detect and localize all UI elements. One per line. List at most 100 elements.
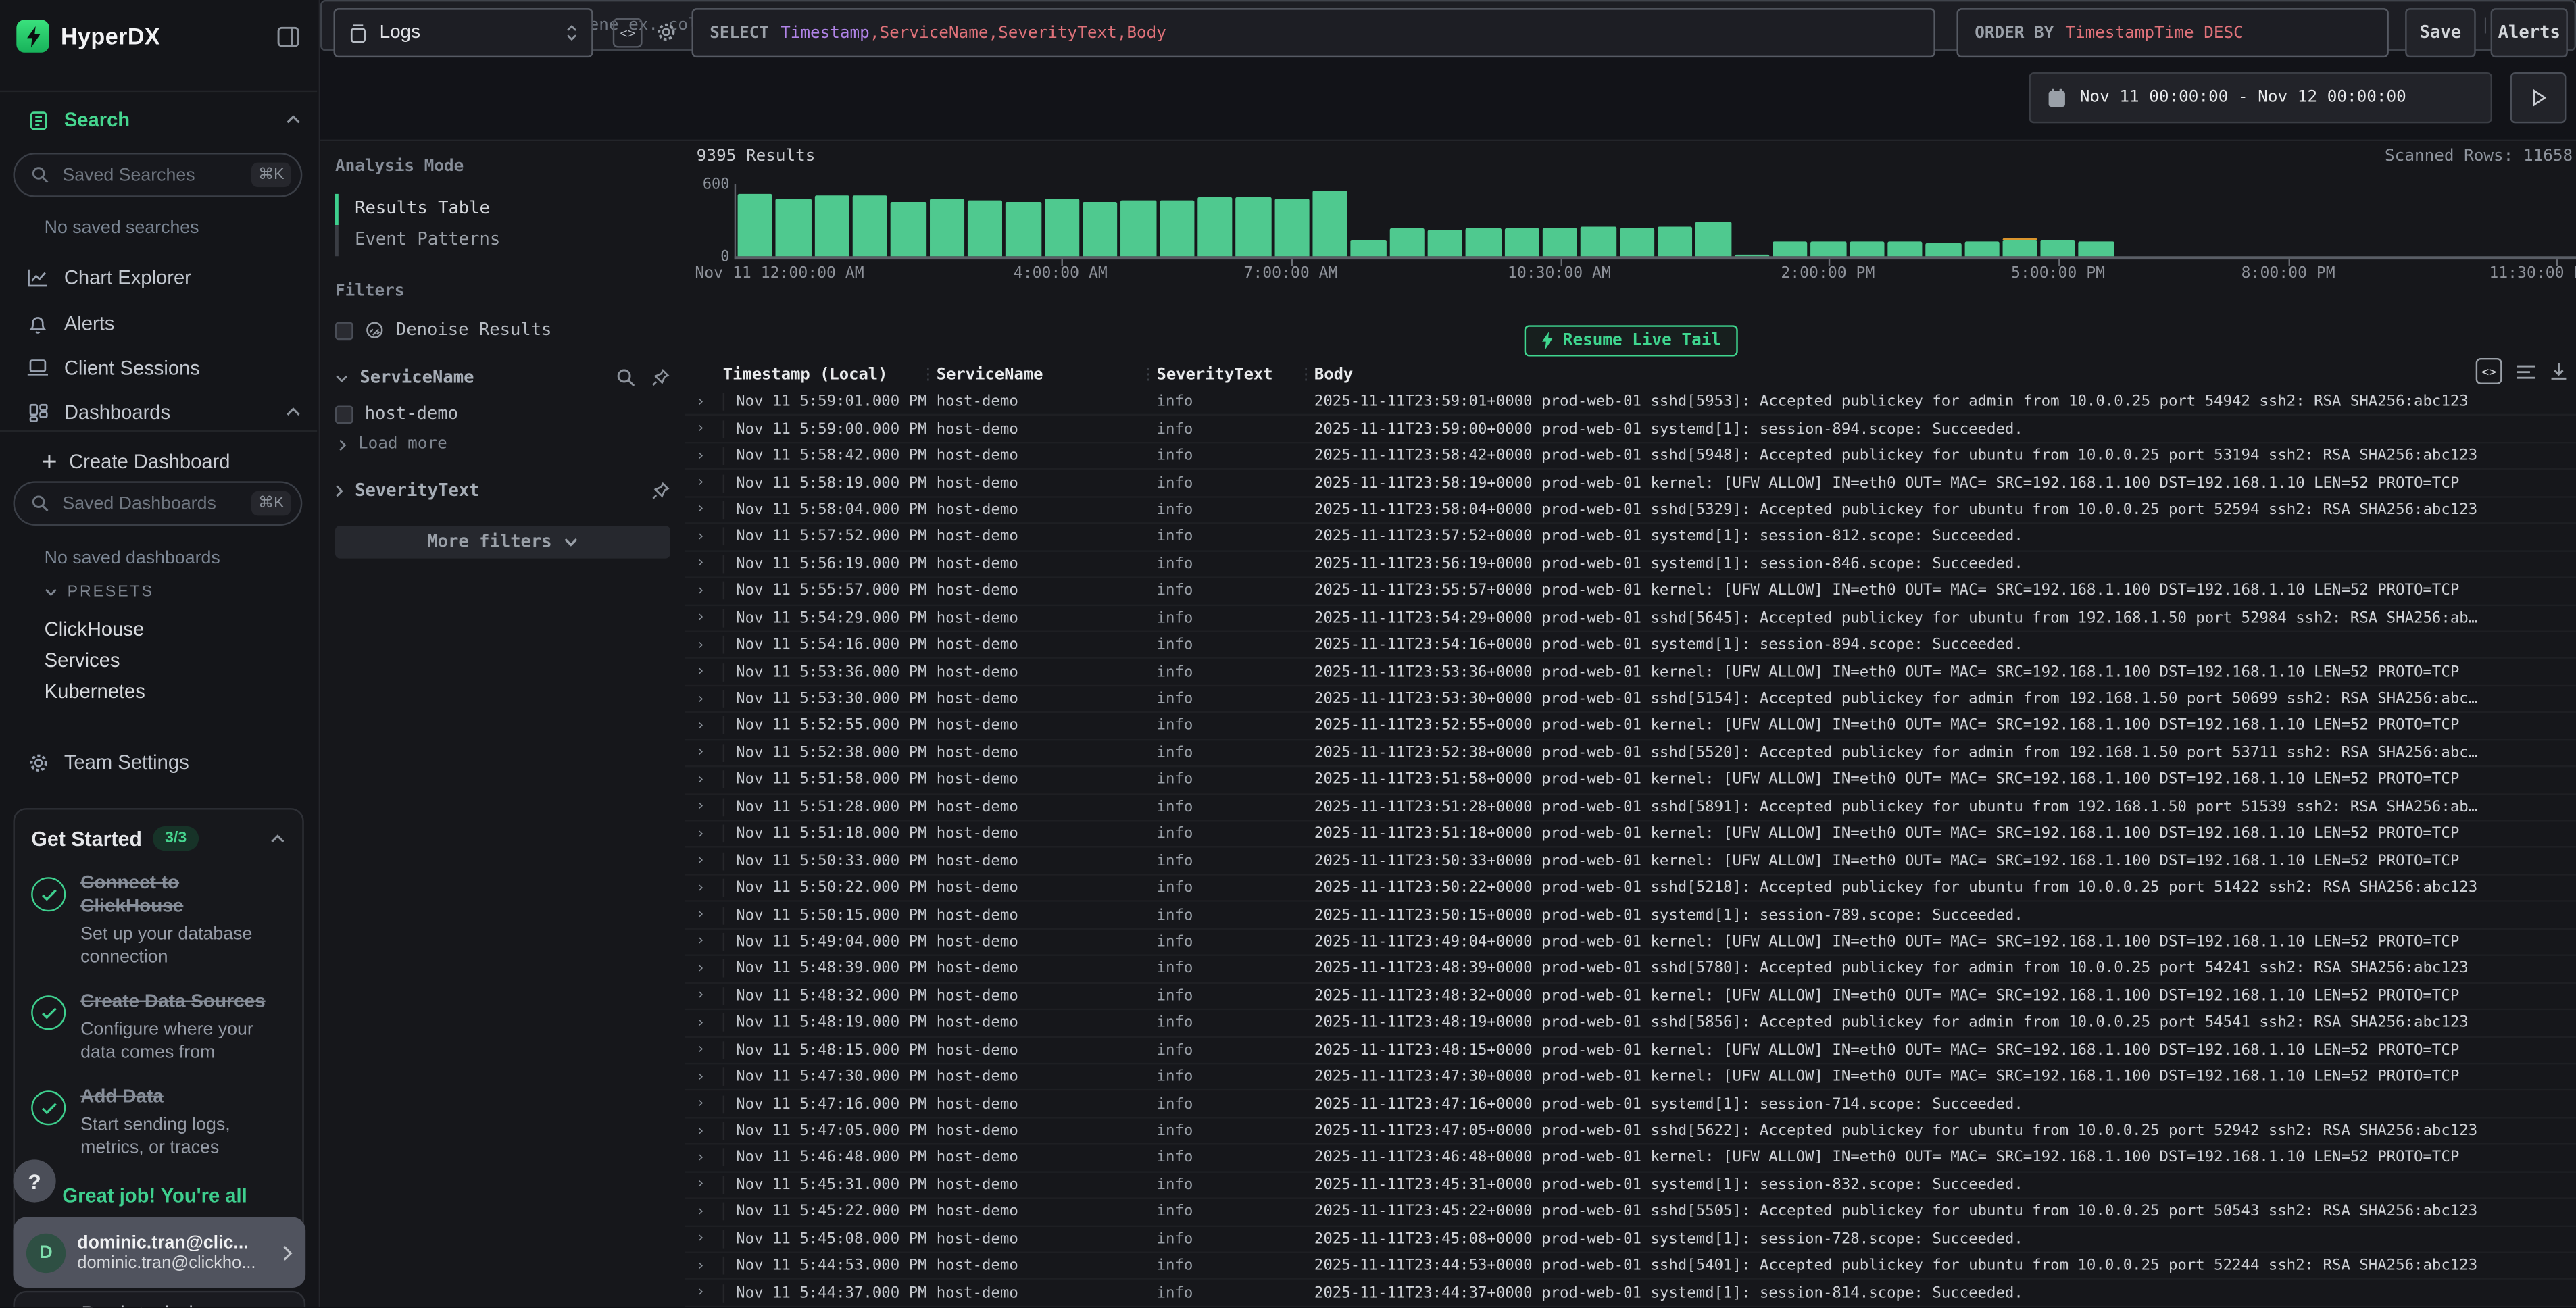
expand-row-icon[interactable]: › — [697, 880, 723, 896]
histogram-bar[interactable] — [1770, 184, 1809, 256]
onboarding-step[interactable]: Create Data Sources Configure where your… — [31, 991, 286, 1065]
histogram-bar[interactable] — [2154, 184, 2193, 256]
table-row[interactable]: › Nov 11 5:50:22.000 PM host-demo info 2… — [685, 875, 2576, 902]
expand-row-icon[interactable]: › — [697, 690, 723, 707]
filter-option-host-demo[interactable]: host-demo — [335, 404, 670, 424]
table-row[interactable]: › Nov 11 5:45:08.000 PM host-demo info 2… — [685, 1226, 2576, 1253]
histogram-bar[interactable] — [1694, 184, 1733, 256]
histogram-bar[interactable] — [2537, 184, 2576, 256]
table-row[interactable]: › Nov 11 5:45:31.000 PM host-demo info 2… — [685, 1172, 2576, 1199]
table-row[interactable]: › Nov 11 5:58:42.000 PM host-demo info 2… — [685, 443, 2576, 470]
histogram-bar[interactable] — [1962, 184, 2001, 256]
table-row[interactable]: › Nov 11 5:44:37.000 PM host-demo info 2… — [685, 1280, 2576, 1307]
sidebar-item-dashboards[interactable]: Dashboards — [0, 393, 317, 432]
expand-row-icon[interactable]: › — [697, 1096, 723, 1112]
table-row[interactable]: › Nov 11 5:51:58.000 PM host-demo info 2… — [685, 768, 2576, 795]
expand-row-icon[interactable]: › — [697, 1231, 723, 1247]
expand-row-icon[interactable]: › — [697, 609, 723, 626]
query-settings-gear-icon[interactable] — [655, 22, 677, 43]
expand-row-icon[interactable]: › — [697, 799, 723, 815]
histogram-bar[interactable] — [2077, 184, 2116, 256]
checkbox[interactable] — [335, 405, 353, 423]
table-row[interactable]: › Nov 11 5:44:53.000 PM host-demo info 2… — [685, 1253, 2576, 1280]
histogram-bar[interactable] — [851, 184, 889, 256]
expand-row-icon[interactable]: › — [697, 421, 723, 437]
expand-row-icon[interactable]: › — [697, 1069, 723, 1085]
expand-row-icon[interactable]: › — [697, 853, 723, 869]
chevron-up-icon[interactable] — [286, 407, 301, 418]
histogram-bar[interactable] — [2307, 184, 2346, 256]
saved-searches-input[interactable] — [59, 164, 242, 186]
expand-row-icon[interactable]: › — [697, 1204, 723, 1220]
table-row[interactable]: › Nov 11 5:58:04.000 PM host-demo info 2… — [685, 497, 2576, 524]
column-header-severitytext[interactable]: ⋮SeverityText — [1157, 366, 1314, 384]
source-selector[interactable]: Logs — [334, 8, 593, 57]
expand-row-icon[interactable]: › — [697, 502, 723, 518]
histogram-bar[interactable] — [736, 184, 774, 256]
table-row[interactable]: › Nov 11 5:54:16.000 PM host-demo info 2… — [685, 632, 2576, 659]
table-row[interactable]: › Nov 11 5:53:30.000 PM host-demo info 2… — [685, 686, 2576, 713]
expand-row-icon[interactable]: › — [697, 1015, 723, 1031]
saved-searches-search[interactable]: ⌘K — [13, 153, 302, 197]
histogram-bar[interactable] — [1924, 184, 1962, 256]
expand-row-icon[interactable]: › — [697, 556, 723, 572]
expand-row-icon[interactable]: › — [697, 988, 723, 1004]
histogram-bar[interactable] — [2269, 184, 2308, 256]
column-settings-icon[interactable] — [2515, 362, 2537, 380]
table-row[interactable]: › Nov 11 5:50:15.000 PM host-demo info 2… — [685, 902, 2576, 929]
expand-row-icon[interactable]: › — [697, 663, 723, 680]
preset-clickhouse[interactable]: ClickHouse — [0, 614, 317, 645]
deploy-banner[interactable]: Ready to deploy on — [13, 1291, 305, 1307]
checkbox[interactable] — [335, 321, 353, 339]
histogram-bar[interactable] — [2499, 184, 2537, 256]
histogram-bar[interactable] — [1426, 184, 1464, 256]
expand-row-icon[interactable]: › — [697, 934, 723, 950]
expand-row-icon[interactable]: › — [697, 1042, 723, 1058]
table-row[interactable]: › Nov 11 5:48:15.000 PM host-demo info 2… — [685, 1037, 2576, 1064]
histogram-bar[interactable] — [1119, 184, 1158, 256]
histogram-bar[interactable] — [2001, 184, 2039, 256]
histogram-bar[interactable] — [1848, 184, 1886, 256]
expand-row-icon[interactable]: › — [697, 394, 723, 410]
preset-kubernetes[interactable]: Kubernetes — [0, 677, 317, 708]
histogram-bar[interactable] — [2460, 184, 2499, 256]
histogram-bar[interactable] — [774, 184, 813, 256]
column-header-body[interactable]: ⋮Body — [1314, 366, 2477, 384]
pin-icon[interactable] — [651, 481, 670, 501]
create-dashboard-button[interactable]: Create Dashboard — [0, 445, 317, 476]
histogram-bar[interactable] — [1081, 184, 1120, 256]
table-row[interactable]: › Nov 11 5:48:32.000 PM host-demo info 2… — [685, 983, 2576, 1010]
histogram-bar[interactable] — [1349, 184, 1388, 256]
histogram-bar[interactable] — [1158, 184, 1196, 256]
resume-live-tail-button[interactable]: Resume Live Tail — [1523, 325, 1737, 356]
table-row[interactable]: › Nov 11 5:52:55.000 PM host-demo info 2… — [685, 713, 2576, 740]
histogram-bar[interactable] — [1541, 184, 1579, 256]
histogram-bar[interactable] — [1618, 184, 1656, 256]
table-row[interactable]: › Nov 11 5:59:01.000 PM host-demo info 2… — [685, 389, 2576, 416]
search-icon[interactable] — [616, 368, 636, 388]
histogram-bar[interactable] — [1004, 184, 1043, 256]
histogram-bar[interactable] — [1733, 184, 1771, 256]
histogram-plot[interactable]: 600 0 — [735, 184, 2576, 259]
expand-row-icon[interactable]: › — [697, 961, 723, 977]
table-row[interactable]: › Nov 11 5:58:19.000 PM host-demo info 2… — [685, 470, 2576, 497]
table-row[interactable]: › Nov 11 5:47:30.000 PM host-demo info 2… — [685, 1064, 2576, 1091]
table-row[interactable]: › Nov 11 5:51:28.000 PM host-demo info 2… — [685, 795, 2576, 822]
chevron-up-icon[interactable] — [270, 834, 286, 844]
table-row[interactable]: › Nov 11 5:50:33.000 PM host-demo info 2… — [685, 849, 2576, 876]
table-row[interactable]: › Nov 11 5:49:04.000 PM host-demo info 2… — [685, 929, 2576, 956]
pin-icon[interactable] — [651, 368, 670, 388]
table-row[interactable]: › Nov 11 5:48:39.000 PM host-demo info 2… — [685, 956, 2576, 983]
table-row[interactable]: › Nov 11 5:53:36.000 PM host-demo info 2… — [685, 659, 2576, 686]
histogram-bar[interactable] — [1656, 184, 1694, 256]
histogram-bar[interactable] — [2231, 184, 2269, 256]
expand-row-icon[interactable]: › — [697, 826, 723, 842]
more-filters-button[interactable]: More filters — [335, 526, 670, 559]
alerts-button[interactable]: Alerts — [2491, 8, 2568, 57]
expand-row-icon[interactable]: › — [697, 745, 723, 761]
denoise-results-toggle[interactable]: Denoise Results — [335, 320, 670, 340]
table-row[interactable]: › Nov 11 5:55:57.000 PM host-demo info 2… — [685, 578, 2576, 605]
column-resize-handle[interactable]: ⋮ — [1140, 366, 1156, 384]
histogram-bar[interactable] — [1387, 184, 1426, 256]
help-button[interactable]: ? — [13, 1159, 55, 1202]
